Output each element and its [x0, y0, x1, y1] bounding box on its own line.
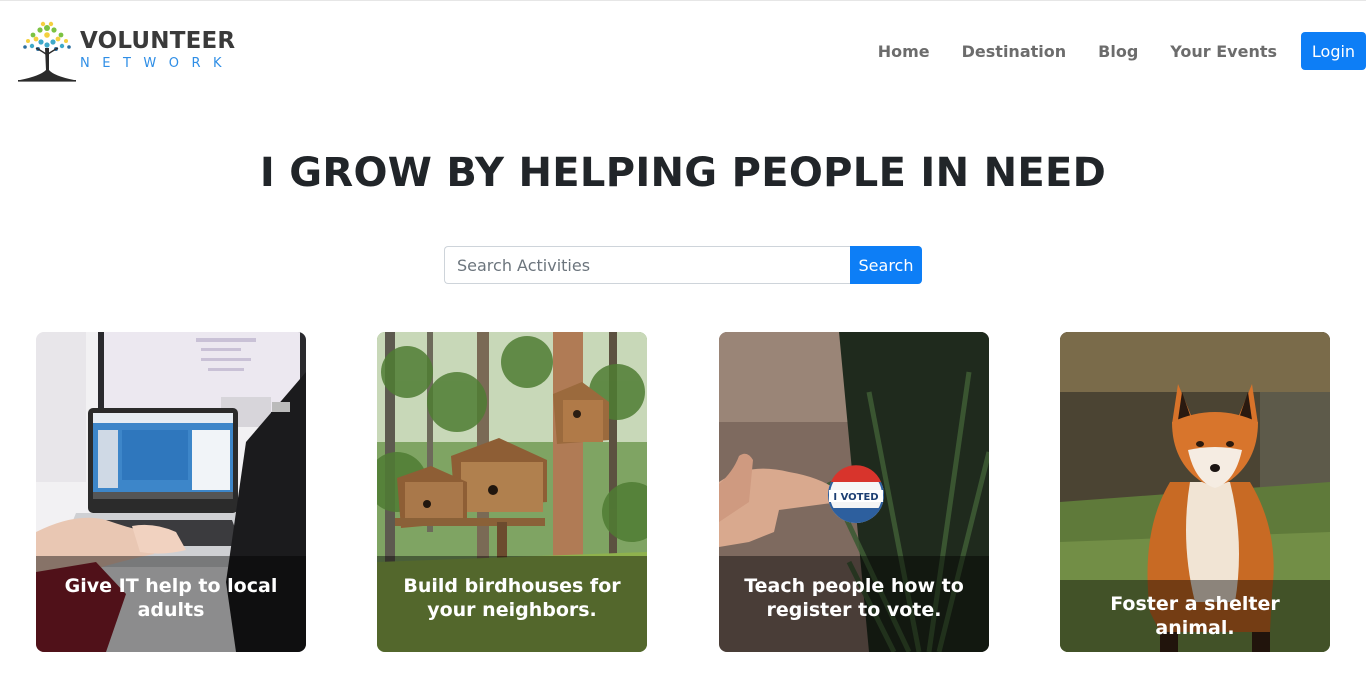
- card-title: Foster a shelter animal.: [1060, 580, 1330, 652]
- card-title: Teach people how to register to vote.: [719, 556, 989, 652]
- search-button[interactable]: Search: [850, 246, 922, 284]
- nav-blog[interactable]: Blog: [1098, 42, 1138, 61]
- card-title: Give IT help to local adults: [36, 556, 306, 652]
- hero-title: I GROW BY HELPING PEOPLE IN NEED: [259, 150, 1107, 196]
- nav-destination[interactable]: Destination: [962, 42, 1067, 61]
- nav-your-events[interactable]: Your Events: [1170, 42, 1277, 61]
- activity-card-voting[interactable]: I VOTED Teach people how to register to …: [719, 332, 989, 652]
- card-title: Build birdhouses for your neighbors.: [377, 556, 647, 652]
- search-input[interactable]: [444, 246, 850, 284]
- tree-logo-icon: [18, 21, 76, 82]
- nav-home[interactable]: Home: [878, 42, 930, 61]
- brand-subname: NETWORK: [80, 56, 235, 71]
- login-button[interactable]: Login: [1301, 32, 1366, 70]
- site-header: VOLUNTEER NETWORK Home Destination Blog …: [0, 0, 1366, 100]
- main-nav: Home Destination Blog Your Events Login: [878, 32, 1366, 70]
- search-bar: Search: [444, 246, 922, 284]
- badge-text: I VOTED: [833, 492, 878, 503]
- activity-card-shelter-animal[interactable]: Foster a shelter animal.: [1060, 332, 1330, 652]
- brand-name: VOLUNTEER: [80, 28, 236, 54]
- activity-card-it-help[interactable]: Give IT help to local adults: [36, 332, 306, 652]
- activity-card-birdhouses[interactable]: Build birdhouses for your neighbors.: [377, 332, 647, 652]
- brand-logo[interactable]: VOLUNTEER NETWORK: [16, 18, 235, 84]
